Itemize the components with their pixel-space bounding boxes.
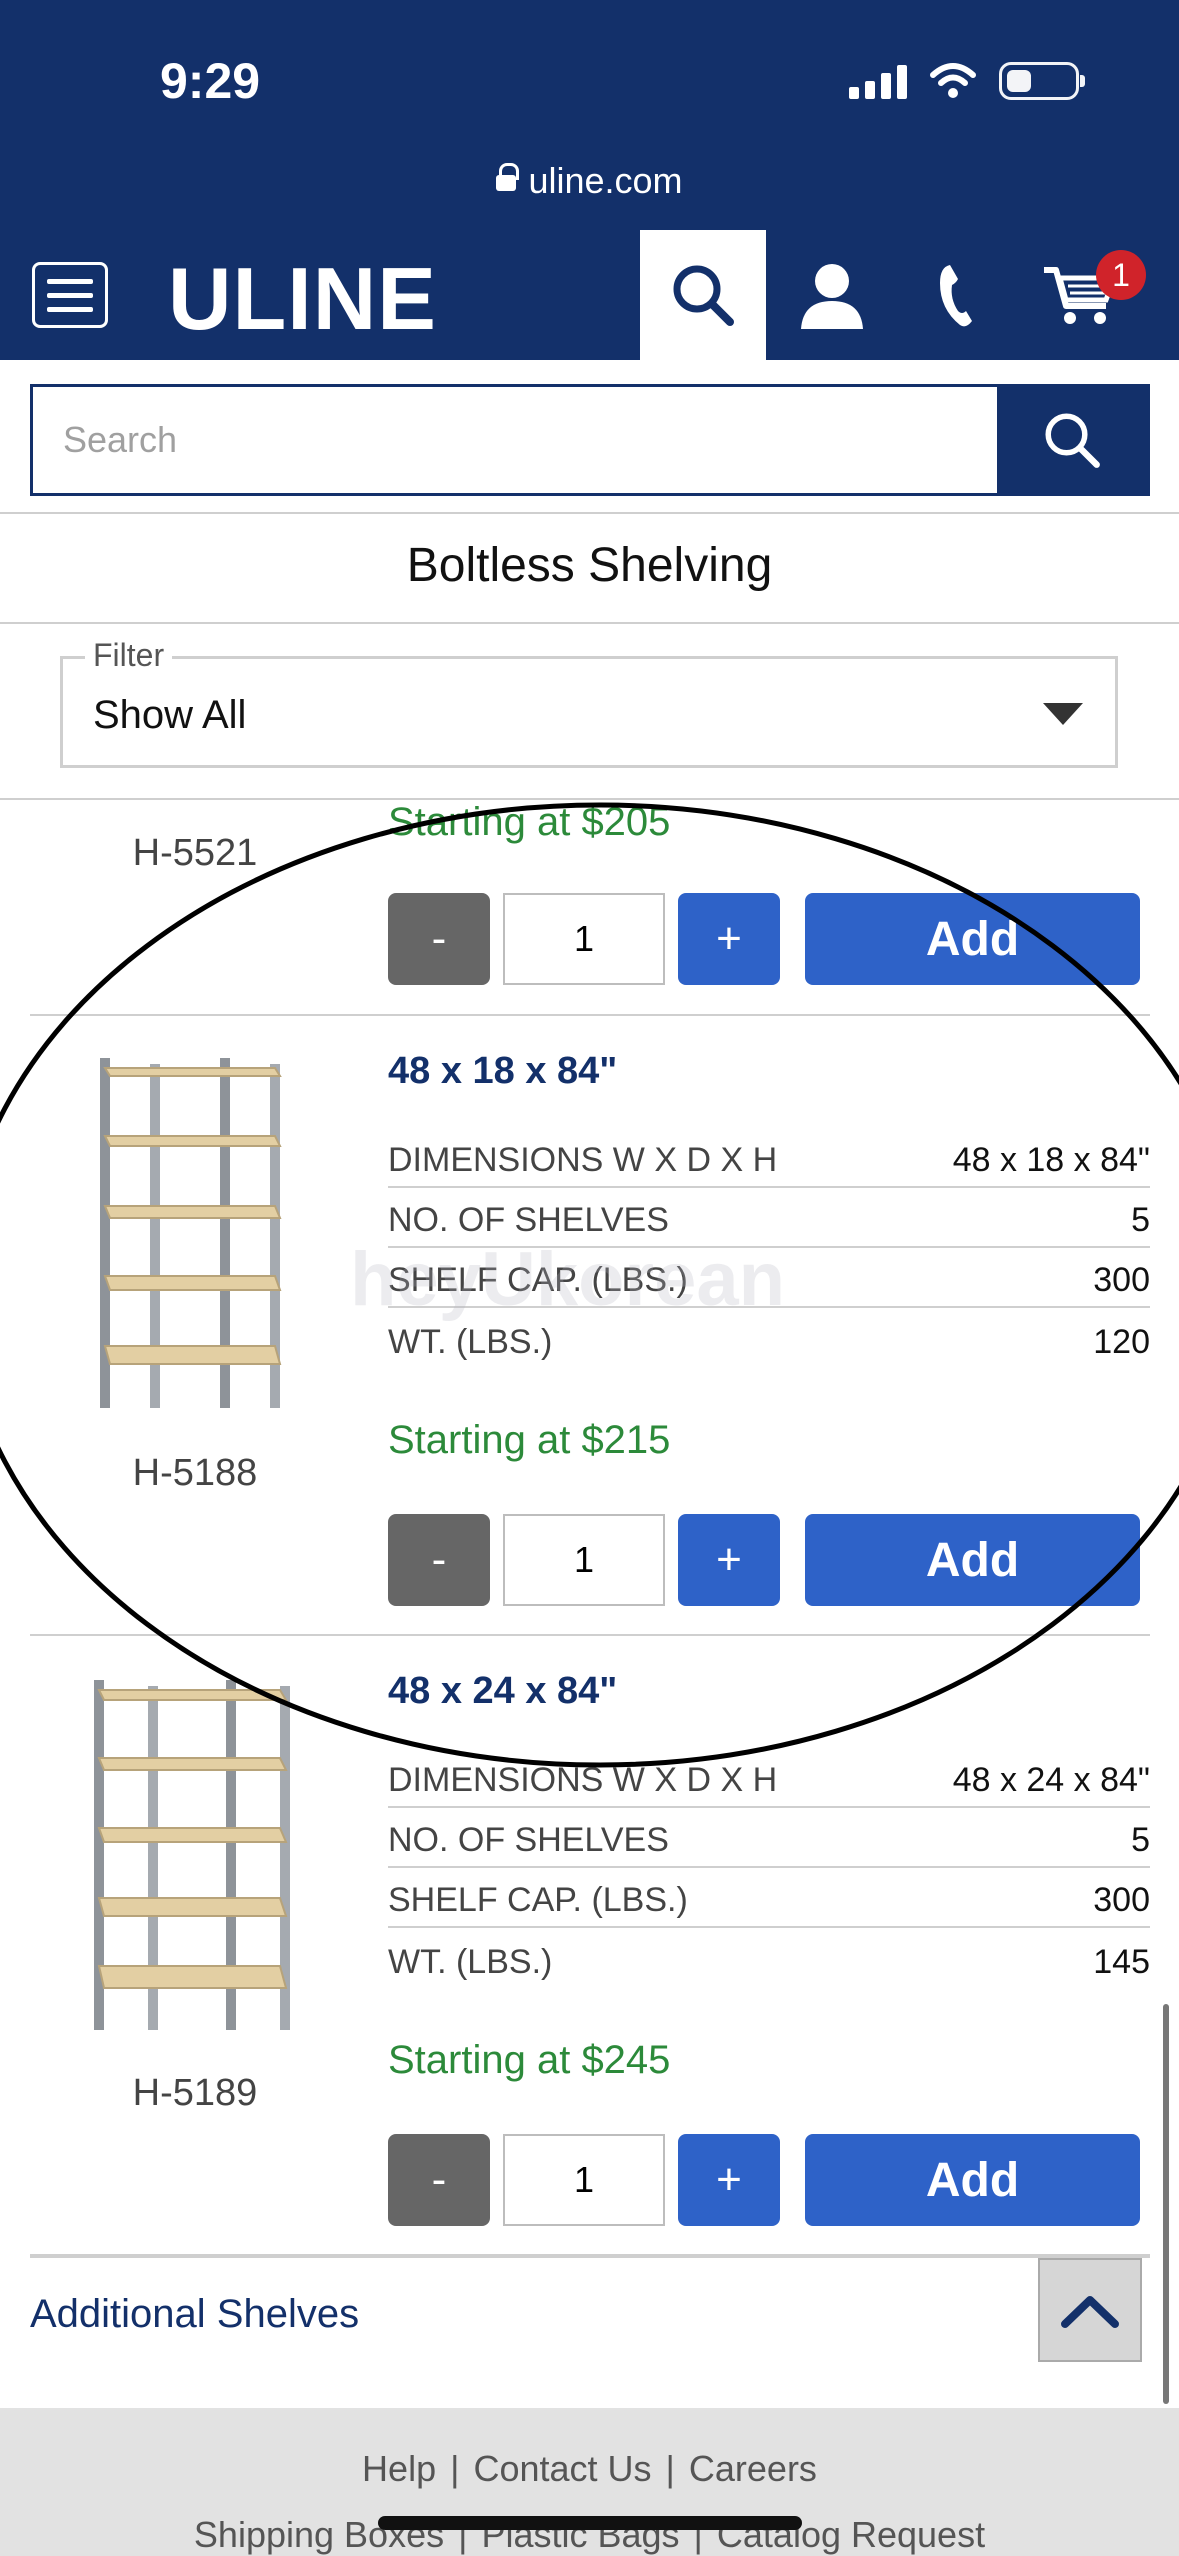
chevron-down-icon: [1043, 703, 1083, 725]
spec-label: WT. (LBS.): [388, 1323, 553, 1361]
spec-row: WT. (LBS.) 145: [388, 1928, 1150, 1988]
product-item: H-5189 48 x 24 x 84" DIMENSIONS W X D X …: [0, 1636, 1179, 2256]
spec-value: 5: [1131, 1201, 1150, 1239]
divider: [0, 512, 1179, 514]
product-price: Starting at $205: [388, 800, 671, 844]
status-icons: [849, 62, 1085, 100]
spec-label: DIMENSIONS W X D X H: [388, 1761, 778, 1799]
spec-row: DIMENSIONS W X D X H 48 x 18 x 84": [388, 1128, 1150, 1188]
spec-value: 48 x 18 x 84": [952, 1141, 1150, 1179]
spec-value: 5: [1131, 1821, 1150, 1859]
home-indicator[interactable]: [378, 2516, 802, 2530]
search-input[interactable]: [33, 387, 997, 493]
divider: [0, 622, 1179, 624]
signal-icon: [849, 63, 907, 99]
spec-label: SHELF CAP. (LBS.): [388, 1881, 688, 1919]
footer-link-contact[interactable]: Contact Us: [473, 2448, 651, 2489]
phone-icon: [940, 265, 972, 327]
shelf-product-image[interactable]: [90, 1676, 300, 2036]
footer-separator: |: [665, 2448, 675, 2489]
account-button[interactable]: [792, 250, 872, 340]
qty-plus-button[interactable]: +: [678, 893, 780, 985]
chevron-up-icon: [1061, 2296, 1119, 2328]
qty-input[interactable]: [503, 893, 665, 985]
qty-plus-button[interactable]: +: [678, 2134, 780, 2226]
battery-icon: [999, 62, 1085, 100]
search-submit-button[interactable]: [997, 387, 1147, 493]
page-title: Boltless Shelving: [406, 539, 773, 592]
call-button[interactable]: [928, 250, 988, 340]
back-to-top-button[interactable]: [1038, 2258, 1142, 2362]
cart-count-badge: 1: [1096, 250, 1146, 300]
status-time: 9:29: [160, 53, 261, 109]
scrollbar[interactable]: [1163, 2004, 1169, 2404]
add-to-cart-button[interactable]: Add: [805, 893, 1140, 985]
uline-logo[interactable]: ULINE: [168, 248, 437, 350]
product-item: H-5521 Starting at $205 - + Add: [0, 800, 1179, 1010]
product-sku[interactable]: H-5189: [0, 2072, 390, 2115]
spec-label: DIMENSIONS W X D X H: [388, 1141, 778, 1179]
product-title[interactable]: 48 x 18 x 84": [388, 1050, 617, 1093]
spec-row: SHELF CAP. (LBS.) 300: [388, 1868, 1150, 1928]
product-price: Starting at $245: [388, 2038, 671, 2082]
footer-separator: |: [450, 2448, 460, 2489]
top-header: 9:29 uline.com ULINE 1: [0, 0, 1179, 360]
qty-input[interactable]: [503, 2134, 665, 2226]
product-sku[interactable]: H-5521: [0, 832, 390, 875]
add-to-cart-button[interactable]: Add: [805, 1514, 1140, 1606]
url-text: uline.com: [528, 160, 683, 201]
spec-row: DIMENSIONS W X D X H 48 x 24 x 84": [388, 1748, 1150, 1808]
footer: Help | Contact Us | Careers Shipping Boxes | P…: [0, 2408, 1179, 2556]
search-bar: [30, 384, 1150, 496]
spec-value: 120: [1093, 1323, 1150, 1361]
wifi-icon: [930, 63, 976, 98]
shelf-product-image[interactable]: [90, 1054, 300, 1414]
product-item: H-5188 48 x 18 x 84" DIMENSIONS W X D X …: [0, 1016, 1179, 1636]
qty-minus-button[interactable]: -: [388, 1514, 490, 1606]
footer-link-help[interactable]: Help: [362, 2448, 436, 2489]
product-sku[interactable]: H-5188: [0, 1452, 390, 1495]
spec-label: NO. OF SHELVES: [388, 1821, 669, 1859]
search-icon: [673, 265, 734, 326]
qty-input[interactable]: [503, 1514, 665, 1606]
watermark: heyUkorean: [350, 1237, 786, 1322]
search-icon: [1045, 413, 1100, 468]
additional-shelves-link[interactable]: Additional Shelves: [30, 2292, 359, 2337]
qty-minus-button[interactable]: -: [388, 2134, 490, 2226]
product-price: Starting at $215: [388, 1418, 671, 1462]
lock-icon: [496, 163, 520, 191]
filter-select[interactable]: Filter Show All: [60, 637, 1118, 768]
spec-value: 300: [1093, 1261, 1150, 1299]
qty-minus-button[interactable]: -: [388, 893, 490, 985]
spec-value: 145: [1093, 1943, 1150, 1981]
spec-label: WT. (LBS.): [388, 1943, 553, 1981]
footer-row: Help | Contact Us | Careers: [0, 2448, 1179, 2490]
spec-row: NO. OF SHELVES 5: [388, 1808, 1150, 1868]
spec-label: NO. OF SHELVES: [388, 1201, 669, 1239]
nav-search-button[interactable]: [640, 230, 766, 360]
spec-value: 300: [1093, 1881, 1150, 1919]
spec-value: 48 x 24 x 84": [952, 1761, 1150, 1799]
hamburger-menu-icon[interactable]: [32, 262, 108, 328]
divider: [30, 2254, 1150, 2258]
user-icon: [801, 264, 863, 329]
product-title[interactable]: 48 x 24 x 84": [388, 1670, 617, 1713]
address-bar[interactable]: uline.com: [0, 160, 1179, 202]
add-to-cart-button[interactable]: Add: [805, 2134, 1140, 2226]
filter-label: Filter: [85, 637, 173, 674]
qty-plus-button[interactable]: +: [678, 1514, 780, 1606]
filter-value: Show All: [93, 693, 247, 737]
footer-link-careers[interactable]: Careers: [689, 2448, 817, 2489]
